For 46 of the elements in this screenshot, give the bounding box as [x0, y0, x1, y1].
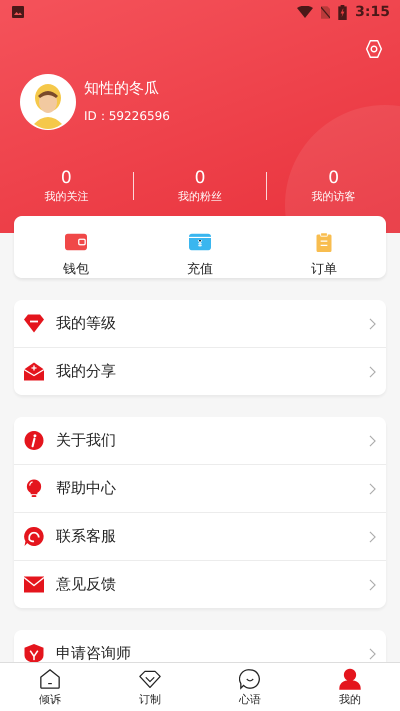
settings-icon[interactable] — [363, 38, 385, 60]
menu-item-label[interactable]: 关于我们 — [56, 431, 369, 450]
envelope-icon — [24, 362, 44, 381]
info-icon — [24, 431, 44, 450]
card-icon[interactable] — [189, 232, 211, 252]
user-name: 知性的冬瓜 — [84, 79, 160, 98]
stat-value[interactable]: 0 — [60, 168, 72, 188]
menu-item-label[interactable]: 我的等级 — [56, 314, 369, 333]
menu-item-label[interactable]: 意见反馈 — [56, 575, 369, 594]
chat-bubble-icon — [239, 668, 261, 690]
tab[interactable]: 订制 — [100, 663, 200, 711]
menu-item-label[interactable]: 我的分享 — [56, 362, 369, 381]
no-sim-icon — [321, 4, 330, 20]
avatar — [20, 74, 76, 130]
status-time: 3:15 — [355, 4, 390, 20]
stat-label[interactable]: 我的关注 — [44, 189, 88, 204]
chevron-right-icon[interactable] — [369, 482, 376, 494]
user-id: ID：59226596 — [84, 108, 170, 125]
stat-value[interactable]: 0 — [328, 168, 340, 188]
chevron-right-icon[interactable] — [369, 366, 376, 378]
tab[interactable]: 我的 — [300, 663, 400, 711]
mail-icon — [24, 575, 44, 594]
stat-label[interactable]: 我的访客 — [312, 189, 356, 204]
chevron-right-icon[interactable] — [369, 578, 376, 590]
menu-item-label[interactable]: 申请咨询师 — [56, 644, 369, 662]
chevron-right-icon[interactable] — [369, 648, 376, 660]
menu-item-label[interactable]: 联系客服 — [56, 527, 369, 546]
chevron-right-icon[interactable] — [369, 434, 376, 446]
home-icon — [39, 668, 61, 690]
wifi-icon — [297, 6, 314, 18]
lightbulb-icon — [24, 479, 44, 498]
person-icon — [339, 668, 361, 690]
tab[interactable]: 心语 — [200, 663, 300, 711]
diamond-icon — [24, 314, 44, 333]
chevron-right-icon[interactable] — [369, 318, 376, 330]
stat-value[interactable]: 0 — [194, 168, 206, 188]
quick-action-label[interactable]: 充值 — [187, 260, 213, 278]
battery-charging-icon — [338, 4, 348, 20]
tab[interactable]: 倾诉 — [0, 663, 100, 711]
quick-action-label[interactable]: 钱包 — [63, 260, 89, 278]
stat-label[interactable]: 我的粉丝 — [178, 189, 222, 204]
quick-action-label[interactable]: 订单 — [311, 260, 337, 278]
chevron-right-icon[interactable] — [369, 530, 376, 542]
gallery-icon — [12, 6, 24, 18]
wallet-icon[interactable] — [65, 232, 87, 252]
menu-item-label[interactable]: 帮助中心 — [56, 479, 369, 498]
